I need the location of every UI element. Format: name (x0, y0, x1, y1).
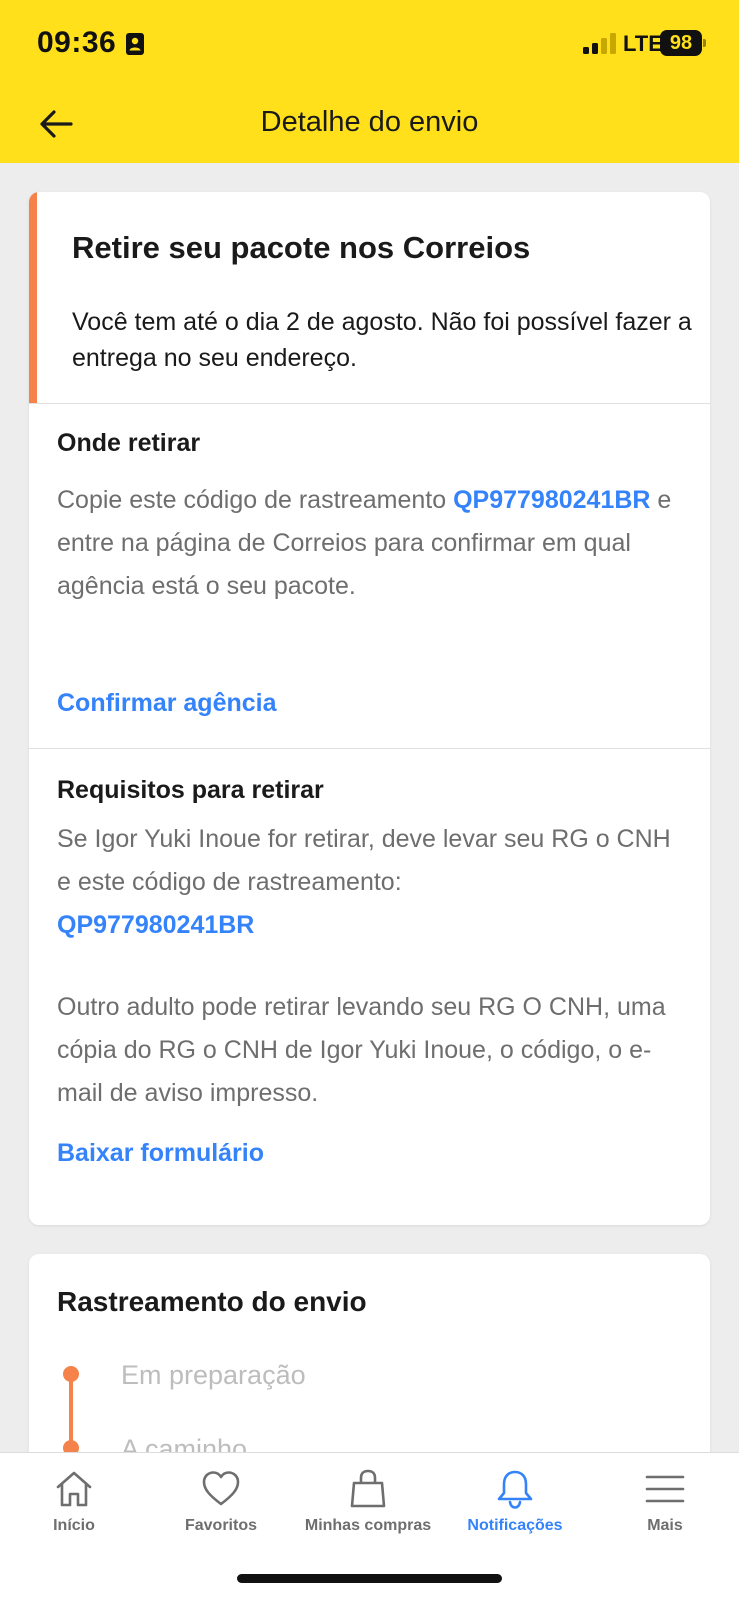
home-icon (56, 1471, 92, 1507)
pickup-location-text: Copie este código de rastreamento QP9779… (57, 479, 687, 608)
requirements-title: Requisitos para retirar (57, 776, 324, 804)
bell-icon (497, 1470, 533, 1509)
contact-card-icon (126, 33, 144, 55)
battery-level: 98 (660, 30, 702, 56)
divider (29, 748, 710, 749)
alert-accent-strip (29, 192, 37, 403)
nav-label: Início (53, 1517, 95, 1534)
page-title: Detalhe do envio (260, 106, 479, 138)
requirements-text: Se Igor Yuki Inoue for retirar, deve lev… (57, 818, 687, 947)
divider (29, 403, 710, 404)
nav-label: Minhas compras (304, 1517, 432, 1534)
signal-icon (583, 33, 616, 54)
confirm-agency-link[interactable]: Confirmar agência (57, 689, 277, 718)
home-indicator[interactable] (237, 1574, 502, 1583)
tracking-code[interactable]: QP977980241BR (453, 486, 650, 514)
nav-label: Notificações (467, 1517, 563, 1534)
app-header: 09:36 LTE 98 Detalhe do envio (0, 0, 739, 163)
tracking-title: Rastreamento do envio (57, 1286, 367, 1317)
alert-text: Você tem até o dia 2 de agosto. Não foi … (72, 308, 692, 372)
nav-more[interactable]: Mais (591, 1467, 739, 1535)
shopping-bag-icon (350, 1469, 386, 1508)
requirements-text-part: Se Igor Yuki Inoue for retirar, deve lev… (57, 825, 671, 896)
pickup-location-title: Onde retirar (57, 429, 201, 457)
nav-notifications[interactable]: Notificações (441, 1467, 589, 1535)
status-time: 09:36 (37, 26, 117, 59)
nav-label: Favoritos (184, 1517, 257, 1534)
network-type: LTE (623, 31, 663, 56)
status-bar: 09:36 LTE 98 (0, 0, 739, 90)
pickup-text-part: Copie este código de rastreamento (57, 486, 454, 514)
other-adult-text: Outro adulto pode retirar levando seu RG… (57, 993, 666, 1107)
download-form-link[interactable]: Baixar formulário (57, 1139, 264, 1168)
nav-favorites[interactable]: Favoritos (147, 1467, 295, 1535)
nav-purchases[interactable]: Minhas compras (294, 1467, 442, 1535)
tracking-code[interactable]: QP977980241BR (57, 911, 254, 939)
nav-home[interactable]: Início (0, 1467, 148, 1535)
pickup-card: Retire seu pacote nos Correios Você tem … (29, 192, 710, 1225)
nav-label: Mais (647, 1517, 683, 1534)
heart-icon (202, 1471, 240, 1506)
tracking-card: Rastreamento do envio Em preparação A ca… (29, 1254, 710, 1474)
tracking-dot (63, 1366, 79, 1382)
battery-icon: 98 (660, 30, 706, 56)
alert-title: Retire seu pacote nos Correios (72, 230, 531, 265)
tracking-step: Em preparação (121, 1360, 306, 1390)
menu-icon (645, 1475, 685, 1503)
tracking-timeline (69, 1374, 73, 1446)
